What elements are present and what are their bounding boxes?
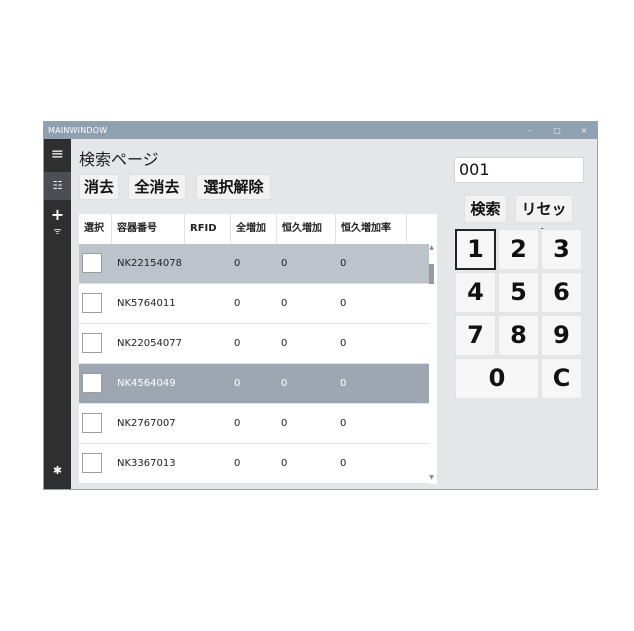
header-container-number: 容器番号 (112, 214, 185, 244)
row-checkbox[interactable] (82, 293, 102, 313)
delete-all-button[interactable]: 全消去 (128, 174, 186, 200)
search-input[interactable]: 001 (454, 157, 584, 183)
row-checkbox[interactable] (82, 373, 102, 393)
row-checkbox[interactable] (82, 333, 102, 353)
keypad-1-button[interactable]: 1 (455, 229, 496, 270)
table-row[interactable]: NK2767007 0 0 0 (79, 404, 429, 444)
cell-total-increase: 0 (234, 338, 241, 349)
title-bar: MAINWINDOW – □ × (44, 122, 597, 139)
table-header: 選択 容器番号 RFID 全増加 恒久増加 恒久増加率 (79, 214, 429, 244)
scroll-up-arrow-icon[interactable]: ▲ (427, 244, 436, 252)
container-table: 選択 容器番号 RFID 全増加 恒久増加 恒久増加率 NK22154078 0… (79, 214, 437, 484)
search-button[interactable]: 検索 (464, 195, 507, 223)
keypad-0-button[interactable]: 0 (455, 358, 539, 399)
keypad-9-button[interactable]: 9 (541, 315, 582, 356)
keypad-8-button[interactable]: 8 (498, 315, 539, 356)
header-total-increase: 全増加 (231, 214, 277, 244)
cell-permanent-increase-rate: 0 (340, 458, 347, 469)
table-row[interactable]: NK22154078 0 0 0 (79, 244, 429, 284)
scroll-down-arrow-icon[interactable]: ▼ (427, 474, 436, 482)
settings-gear-icon[interactable]: ✱ (44, 457, 71, 485)
table-row[interactable]: NK5764011 0 0 0 (79, 284, 429, 324)
deselect-button[interactable]: 選択解除 (196, 174, 271, 200)
keypad-clear-button[interactable]: C (541, 358, 582, 399)
keypad-2-button[interactable]: 2 (498, 229, 539, 270)
delete-button[interactable]: 消去 (79, 174, 119, 200)
cell-total-increase: 0 (234, 418, 241, 429)
cell-permanent-increase: 0 (281, 418, 288, 429)
window-title: MAINWINDOW (48, 126, 108, 135)
row-checkbox[interactable] (82, 453, 102, 473)
list-icon[interactable]: ☷ (44, 172, 71, 200)
cell-container-number: NK3367013 (117, 458, 176, 469)
cell-total-increase: 0 (234, 298, 241, 309)
keypad-4-button[interactable]: 4 (455, 272, 496, 313)
header-rfid: RFID (185, 214, 231, 244)
table-row[interactable]: NK3367013 0 0 0 (79, 444, 429, 484)
cell-permanent-increase: 0 (281, 378, 288, 389)
cell-total-increase: 0 (234, 458, 241, 469)
row-checkbox[interactable] (82, 413, 102, 433)
header-permanent-increase-rate: 恒久増加率 (336, 214, 407, 244)
header-permanent-increase: 恒久増加 (277, 214, 336, 244)
cell-total-increase: 0 (234, 378, 241, 389)
reset-button[interactable]: リセット (515, 195, 573, 244)
cell-container-number: NK22054077 (117, 338, 182, 349)
maximize-button[interactable]: □ (547, 124, 567, 137)
table-scrollbar[interactable]: ▲ ▼ (427, 244, 436, 484)
cell-permanent-increase-rate: 0 (340, 258, 347, 269)
cell-total-increase: 0 (234, 258, 241, 269)
table-row[interactable]: NK22054077 0 0 0 (79, 324, 429, 364)
main-window: MAINWINDOW – □ × ≡ ☷ + ᯤ ✱ 検索ページ 消去 全消去 … (43, 121, 598, 490)
cell-container-number: NK22154078 (117, 258, 182, 269)
close-button[interactable]: × (574, 124, 594, 137)
cell-container-number: NK4564049 (117, 378, 176, 389)
hamburger-menu-icon[interactable]: ≡ (44, 140, 71, 168)
header-select: 選択 (79, 214, 112, 244)
cell-permanent-increase-rate: 0 (340, 298, 347, 309)
wifi-icon[interactable]: ᯤ (44, 225, 71, 239)
cell-container-number: NK5764011 (117, 298, 176, 309)
page-title: 検索ページ (79, 150, 159, 169)
keypad-5-button[interactable]: 5 (498, 272, 539, 313)
cell-permanent-increase-rate: 0 (340, 338, 347, 349)
cell-permanent-increase-rate: 0 (340, 378, 347, 389)
table-row[interactable]: NK4564049 0 0 0 (79, 364, 429, 404)
cell-permanent-increase: 0 (281, 458, 288, 469)
cell-permanent-increase: 0 (281, 258, 288, 269)
cell-permanent-increase: 0 (281, 298, 288, 309)
keypad-3-button[interactable]: 3 (541, 229, 582, 270)
sidebar: ≡ ☷ + ᯤ ✱ (44, 139, 71, 489)
row-checkbox[interactable] (82, 253, 102, 273)
cell-container-number: NK2767007 (117, 418, 176, 429)
cell-permanent-increase-rate: 0 (340, 418, 347, 429)
keypad-7-button[interactable]: 7 (455, 315, 496, 356)
keypad-6-button[interactable]: 6 (541, 272, 582, 313)
scroll-thumb[interactable] (429, 264, 434, 284)
cell-permanent-increase: 0 (281, 338, 288, 349)
minimize-button[interactable]: – (520, 124, 540, 137)
